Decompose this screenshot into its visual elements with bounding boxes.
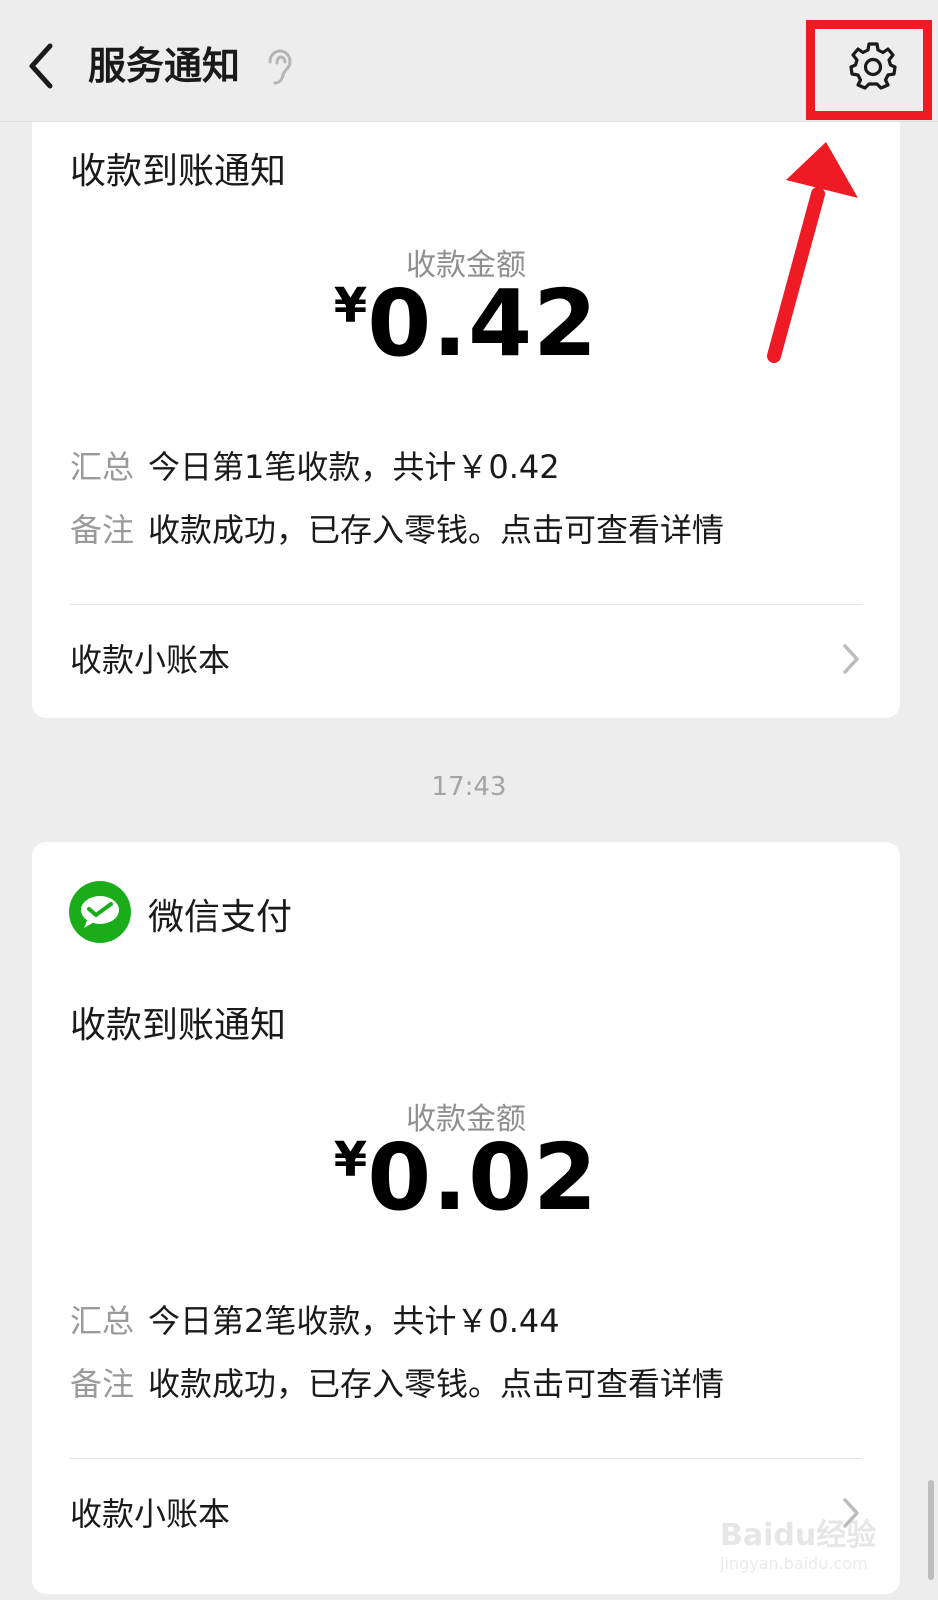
baidu-watermark: Baidu经验 jingyan.baidu.com: [720, 1510, 900, 1580]
summary-row: 汇总 今日第2笔收款，共计￥0.44: [70, 1296, 560, 1342]
highlight-box: [806, 20, 932, 120]
notice-title: 收款到账通知: [70, 151, 287, 192]
summary-key: 汇总: [70, 448, 135, 486]
amount: ¥0.02: [32, 1124, 900, 1231]
watermark-brand: Baidu经验: [720, 1518, 877, 1553]
remark-key: 备注: [70, 1365, 135, 1403]
payment-notice-card-2[interactable]: 微信支付 收款到账通知 收款金额 ¥0.02 汇总 今日第2笔收款，共计￥0.44…: [32, 842, 900, 1594]
chevron-left-icon: [29, 43, 53, 89]
summary-key: 汇总: [70, 1302, 135, 1340]
wechat-pay-logo-icon: [68, 880, 132, 944]
ear-icon: [264, 48, 294, 86]
amount-value: 0.42: [367, 270, 599, 377]
summary-value: 今日第1笔收款，共计￥0.42: [148, 448, 560, 486]
remark-value: 收款成功，已存入零钱。点击可查看详情: [148, 511, 725, 549]
app-root: 服务通知 收款到账通知 收款金额 ¥0.42 汇总 今日第1笔收款，共计￥0.4…: [0, 0, 938, 1600]
ledger-label: 收款小账本: [70, 1495, 231, 1533]
chevron-right-icon: [843, 644, 859, 674]
summary-row: 汇总 今日第1笔收款，共计￥0.42: [70, 442, 560, 488]
ledger-link[interactable]: 收款小账本: [32, 605, 900, 715]
scrollbar[interactable]: [928, 1480, 934, 1580]
remark-row: 备注 收款成功，已存入零钱。点击可查看详情: [70, 1359, 724, 1405]
nav-bar: 服务通知: [0, 0, 938, 122]
page-title: 服务通知: [88, 44, 241, 88]
back-button[interactable]: [22, 36, 62, 96]
summary-value: 今日第2笔收款，共计￥0.44: [148, 1302, 560, 1340]
remark-value: 收款成功，已存入零钱。点击可查看详情: [148, 1365, 725, 1403]
message-timestamp: 17:43: [431, 772, 507, 802]
currency-symbol: ¥: [333, 1132, 368, 1188]
remark-row: 备注 收款成功，已存入零钱。点击可查看详情: [70, 505, 724, 551]
sender-name: 微信支付: [148, 897, 293, 938]
remark-key: 备注: [70, 511, 135, 549]
currency-symbol: ¥: [333, 278, 368, 334]
annotation-arrow: [767, 142, 858, 363]
watermark-url: jingyan.baidu.com: [720, 1554, 868, 1573]
notice-title: 收款到账通知: [70, 1005, 287, 1046]
ledger-label: 收款小账本: [70, 641, 231, 679]
amount-value: 0.02: [367, 1124, 599, 1231]
